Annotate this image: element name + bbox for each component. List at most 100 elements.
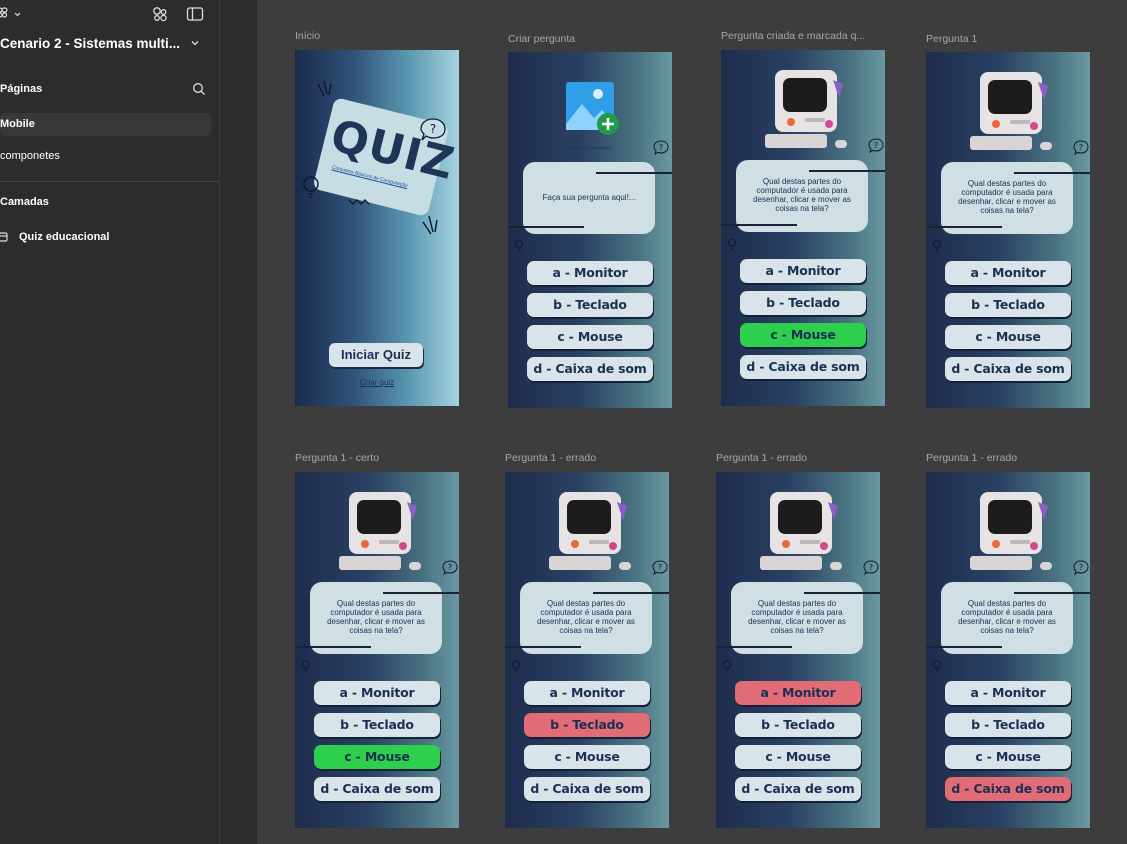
frame-pergunta-1[interactable]: ? Qual destas partes do computador é usa… (926, 52, 1090, 408)
option-d[interactable]: d - Caixa de som (945, 357, 1071, 381)
frame-label[interactable]: Criar pergunta (508, 33, 575, 45)
option-b-wrong[interactable]: b - Teclado (524, 713, 650, 737)
option-c[interactable]: c - Mouse (735, 745, 861, 769)
option-b[interactable]: b - Teclado (945, 713, 1071, 737)
option-d[interactable]: d - Caixa de som (314, 777, 440, 801)
frame-label[interactable]: Pergunta 1 - errado (926, 452, 1017, 464)
option-a[interactable]: a - Monitor (945, 261, 1071, 285)
help-icon[interactable]: ? (652, 560, 668, 575)
svg-text:?: ? (430, 122, 436, 136)
svg-text:?: ? (869, 563, 873, 572)
option-c[interactable]: c - Mouse (945, 745, 1071, 769)
create-quiz-link[interactable]: Criar quiz (295, 378, 459, 387)
frame-pergunta-1-errado-a[interactable]: ? Qual destas partes do computador é usa… (716, 472, 880, 828)
question-bubble-icon: ? (420, 118, 446, 141)
frame-label[interactable]: Início (295, 30, 320, 42)
lightbulb-icon (512, 660, 520, 671)
option-a-wrong[interactable]: a - Monitor (735, 681, 861, 705)
accent-line (926, 646, 1002, 648)
question-text: Qual destas partes do computador é usada… (327, 599, 425, 635)
frame-label[interactable]: Pergunta criada e marcada q... (721, 30, 865, 42)
chevron-down-icon[interactable] (190, 38, 200, 48)
option-d[interactable]: d - Caixa de som (527, 357, 653, 381)
option-c[interactable]: c - Mouse (524, 745, 650, 769)
retro-computer-illustration (970, 492, 1052, 570)
spark-lines-icon (422, 215, 438, 235)
option-d[interactable]: d - Caixa de som (740, 355, 866, 379)
page-item-mobile[interactable]: Mobile (0, 113, 211, 136)
svg-text:?: ? (874, 141, 878, 150)
accent-line (716, 646, 792, 648)
help-icon[interactable]: ? (653, 140, 669, 155)
figma-menu-icon[interactable] (0, 6, 22, 22)
option-b[interactable]: b - Teclado (735, 713, 861, 737)
option-d[interactable]: d - Caixa de som (524, 777, 650, 801)
assets-icon[interactable] (151, 6, 169, 22)
lightbulb-icon (933, 660, 941, 671)
layer-item-quiz-educacional[interactable]: Quiz educacional (0, 229, 211, 247)
frame-pergunta-1-certo[interactable]: ? Qual destas partes do computador é usa… (295, 472, 459, 828)
option-b[interactable]: b - Teclado (527, 293, 653, 317)
frame-pergunta-criada[interactable]: ? Qual destas partes do computador é usa… (721, 50, 885, 406)
retro-computer-illustration (339, 492, 421, 570)
retro-computer-illustration (970, 72, 1052, 150)
lightbulb-icon (302, 660, 310, 671)
accent-line (804, 592, 880, 594)
frame-label[interactable]: Pergunta 1 - errado (716, 452, 807, 464)
option-a[interactable]: a - Monitor (314, 681, 440, 705)
frame-pergunta-1-errado-d[interactable]: ? Qual destas partes do computador é usa… (926, 472, 1090, 828)
question-text: Qual destas partes do computador é usada… (958, 179, 1056, 215)
question-text: Qual destas partes do computador é usada… (958, 599, 1056, 635)
option-a[interactable]: a - Monitor (527, 261, 653, 285)
retro-computer-illustration (549, 492, 631, 570)
accent-line (593, 592, 669, 594)
frame-label[interactable]: Pergunta 1 - certo (295, 452, 379, 464)
accent-line (596, 172, 672, 174)
page-item-componetes[interactable]: componetes (0, 145, 211, 168)
question-text: Qual destas partes do computador é usada… (753, 177, 851, 213)
file-title[interactable]: Cenario 2 - Sistemas multi... (0, 36, 180, 51)
left-sidebar: Cenario 2 - Sistemas multi... Páginas Mo… (0, 0, 220, 844)
option-b[interactable]: b - Teclado (945, 293, 1071, 317)
option-a[interactable]: a - Monitor (524, 681, 650, 705)
option-a[interactable]: a - Monitor (740, 259, 866, 283)
pages-section-label: Páginas (0, 83, 43, 95)
accent-line (508, 226, 584, 228)
frame-inicio[interactable]: QUIZ Conceitos Básicos de Computação ? I… (295, 50, 459, 406)
help-icon[interactable]: ? (442, 560, 458, 575)
option-a[interactable]: a - Monitor (945, 681, 1071, 705)
retro-computer-illustration (765, 70, 847, 148)
question-text: Qual destas partes do computador é usada… (748, 599, 846, 635)
option-c[interactable]: c - Mouse (527, 325, 653, 349)
page-item-label: Mobile (0, 118, 35, 130)
add-image-icon[interactable] (564, 80, 620, 136)
option-b[interactable]: b - Teclado (740, 291, 866, 315)
help-icon[interactable]: ? (1073, 140, 1089, 155)
page-item-label: componetes (0, 150, 60, 162)
option-c[interactable]: c - Mouse (945, 325, 1071, 349)
accent-line (809, 170, 885, 172)
frame-pergunta-1-errado-b[interactable]: ? Qual destas partes do computador é usa… (505, 472, 669, 828)
svg-text:?: ? (1079, 563, 1083, 572)
help-icon[interactable]: ? (863, 560, 879, 575)
option-c-correct[interactable]: c - Mouse (314, 745, 440, 769)
frame-criar-pergunta[interactable]: Adicione uma imagem ? Faça sua pergunta … (508, 52, 672, 408)
accent-line (1014, 172, 1090, 174)
option-d[interactable]: d - Caixa de som (735, 777, 861, 801)
frame-label[interactable]: Pergunta 1 - errado (505, 452, 596, 464)
frame-label[interactable]: Pergunta 1 (926, 33, 977, 45)
question-text: Qual destas partes do computador é usada… (537, 599, 635, 635)
canvas[interactable]: Início QUIZ Conceitos Básicos de Computa… (257, 0, 1127, 844)
option-c-selected[interactable]: c - Mouse (740, 323, 866, 347)
search-icon[interactable] (192, 82, 206, 96)
start-quiz-button[interactable]: Iniciar Quiz (329, 343, 423, 367)
lightbulb-icon (723, 660, 731, 671)
svg-text:?: ? (659, 143, 663, 152)
lightbulb-icon (728, 238, 736, 249)
lightbulb-icon (933, 240, 941, 251)
help-icon[interactable]: ? (868, 138, 884, 153)
option-d-wrong[interactable]: d - Caixa de som (945, 777, 1071, 801)
toggle-sidebar-icon[interactable] (186, 6, 204, 22)
option-b[interactable]: b - Teclado (314, 713, 440, 737)
help-icon[interactable]: ? (1073, 560, 1089, 575)
